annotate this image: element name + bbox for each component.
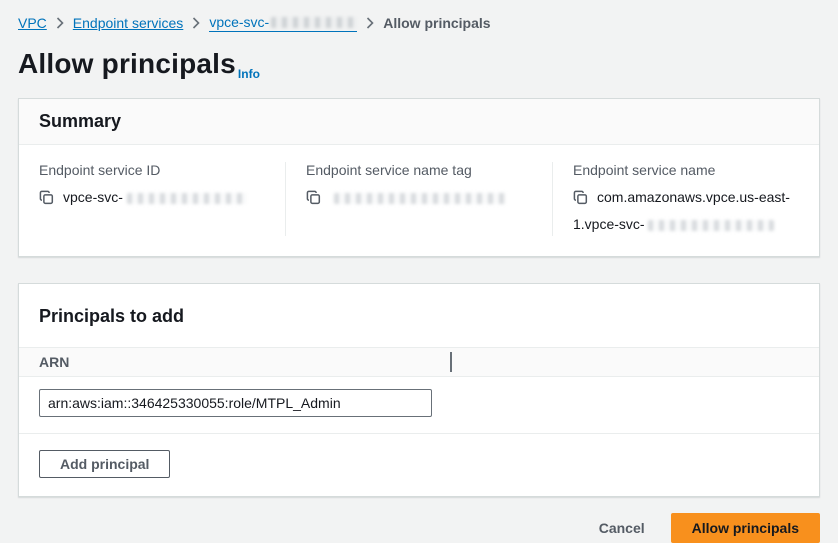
summary-card: Summary Endpoint service ID vpce-svc- En…: [18, 98, 820, 257]
field-value: vpce-svc-: [39, 185, 265, 212]
copy-icon[interactable]: [39, 188, 54, 212]
allow-principals-button[interactable]: Allow principals: [671, 513, 820, 543]
redacted-text: [648, 220, 774, 231]
field-label: Endpoint service name: [573, 162, 799, 178]
info-link[interactable]: Info: [238, 67, 260, 81]
chevron-right-icon: [56, 17, 64, 29]
page-title: Allow principals: [18, 48, 236, 79]
field-value-text: vpce-svc-: [63, 189, 123, 205]
column-resize-handle[interactable]: [450, 352, 452, 372]
title-row: Allow principalsInfo: [18, 48, 820, 80]
redacted-text: [271, 17, 357, 28]
copy-icon[interactable]: [573, 188, 588, 212]
redacted-text: [334, 193, 506, 204]
footer-actions: Cancel Allow principals: [18, 513, 820, 543]
principals-title: Principals to add: [39, 306, 799, 327]
field-label: Endpoint service ID: [39, 162, 265, 178]
breadcrumb-current-page: Allow principals: [383, 15, 490, 31]
chevron-right-icon: [192, 17, 200, 29]
chevron-right-icon: [366, 17, 374, 29]
principals-card: Principals to add ARN Add principal: [18, 283, 820, 497]
summary-field-endpoint-service-name-tag: Endpoint service name tag: [285, 162, 552, 236]
arn-input[interactable]: [39, 389, 432, 417]
add-principal-row: Add principal: [19, 434, 819, 496]
summary-grid: Endpoint service ID vpce-svc- Endpoint s…: [19, 145, 819, 256]
summary-title: Summary: [39, 111, 799, 132]
principals-card-header: Principals to add: [19, 284, 819, 347]
arn-input-row: [19, 377, 819, 434]
breadcrumb-endpoint-services[interactable]: Endpoint services: [73, 15, 184, 31]
summary-field-endpoint-service-id: Endpoint service ID vpce-svc-: [19, 162, 285, 236]
arn-column-header: ARN: [19, 347, 819, 377]
summary-field-endpoint-service-name: Endpoint service name com.amazonaws.vpce…: [552, 162, 819, 236]
breadcrumb-endpoint-service-id[interactable]: vpce-svc-: [209, 14, 357, 32]
arn-column-label: ARN: [39, 354, 69, 370]
field-value: com.amazonaws.vpce.us-east-1.vpce-svc-: [573, 185, 799, 236]
breadcrumb-endpoint-service-id-label: vpce-svc-: [209, 14, 269, 30]
field-value: [306, 185, 532, 212]
breadcrumb: VPC Endpoint services vpce-svc- Allow pr…: [18, 14, 820, 32]
page: VPC Endpoint services vpce-svc- Allow pr…: [0, 0, 838, 543]
breadcrumb-vpc[interactable]: VPC: [18, 15, 47, 31]
copy-icon[interactable]: [306, 188, 321, 212]
add-principal-button[interactable]: Add principal: [39, 450, 170, 478]
redacted-text: [127, 193, 247, 204]
field-label: Endpoint service name tag: [306, 162, 532, 178]
summary-card-header: Summary: [19, 99, 819, 145]
